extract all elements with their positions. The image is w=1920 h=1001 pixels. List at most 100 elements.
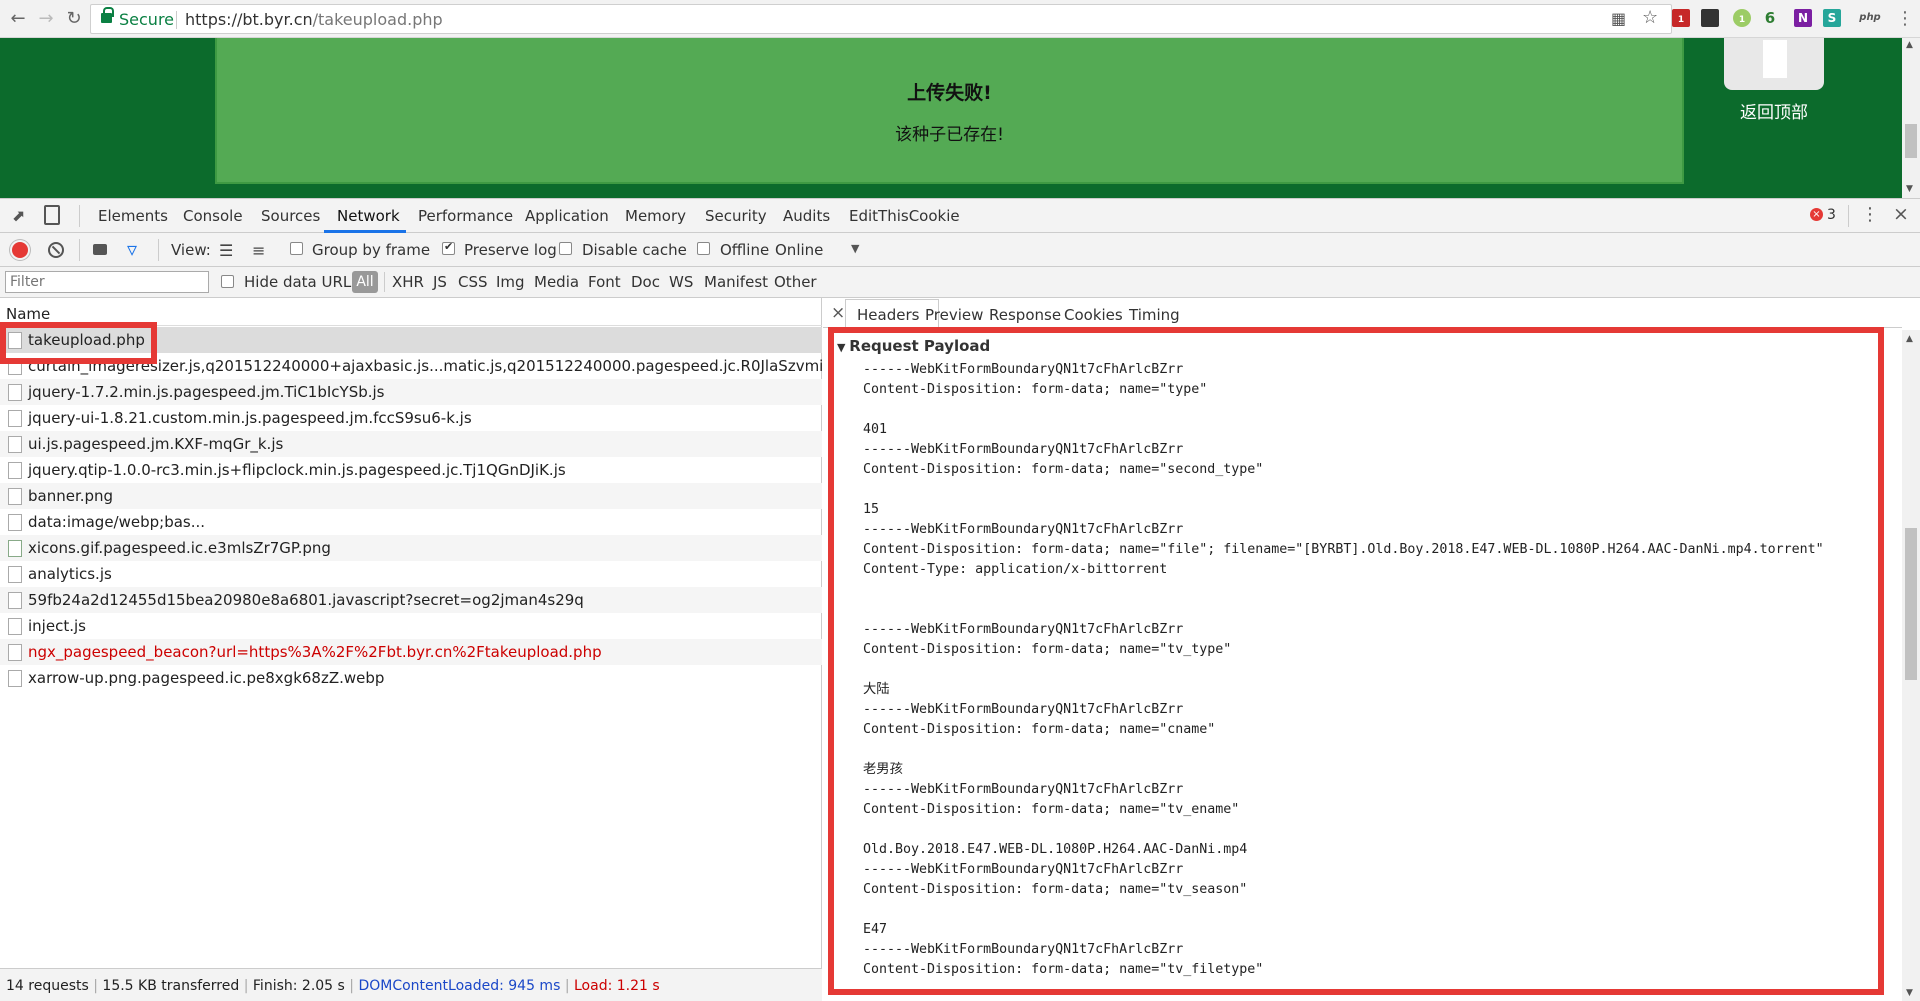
request-row[interactable]: xicons.gif.pagespeed.ic.e3mlsZr7GP.png (0, 535, 822, 561)
detail-tab-cookies[interactable]: Cookies (1064, 306, 1123, 324)
star-icon[interactable]: ☆ (1642, 7, 1658, 28)
url-text[interactable]: https://bt.byr.cn/takeupload.php (185, 10, 443, 29)
highlight-box (0, 322, 157, 364)
request-row[interactable]: ngx_pagespeed_beacon?url=https%3A%2F%2Fb… (0, 639, 822, 665)
forward-icon[interactable]: → (34, 7, 58, 31)
back-to-top-icon[interactable] (1724, 38, 1824, 90)
network-status-bar: 14 requests | 15.5 KB transferred | Fini… (0, 968, 822, 1001)
scroll-down-icon[interactable]: ▼ (1906, 988, 1913, 998)
secure-label: Secure (119, 10, 175, 29)
filter-type-xhr[interactable]: XHR (392, 273, 424, 291)
filter-type-manifest[interactable]: Manifest (704, 273, 768, 291)
request-row[interactable]: xarrow-up.png.pagespeed.ic.pe8xgk68zZ.we… (0, 665, 822, 691)
disable-cache-checkbox[interactable] (559, 242, 572, 255)
alert-title: 上传失败! (907, 82, 992, 104)
php-extension-icon[interactable]: php (1858, 9, 1882, 27)
file-icon (8, 410, 22, 427)
filter-type-all[interactable]: All (352, 271, 378, 293)
detail-scrollbar[interactable]: ▲ ▼ (1902, 330, 1920, 1001)
reload-icon[interactable]: ↻ (62, 7, 86, 31)
request-row[interactable]: banner.png (0, 483, 822, 509)
tab-application[interactable]: Application (525, 207, 609, 225)
file-icon (8, 566, 22, 583)
filter-type-doc[interactable]: Doc (631, 273, 660, 291)
tab-performance[interactable]: Performance (418, 207, 513, 225)
tab-editthiscookie[interactable]: EditThisCookie (849, 207, 960, 225)
file-icon (8, 592, 22, 609)
detail-tab-headers[interactable]: Headers (857, 306, 919, 324)
devtools-menu-icon[interactable]: ⋮ (1861, 204, 1879, 225)
tab-console[interactable]: Console (183, 207, 243, 225)
scroll-up-icon[interactable]: ▲ (1906, 334, 1913, 344)
alert-message: 该种子已存在! (895, 125, 1004, 145)
filter-type-css[interactable]: CSS (458, 273, 488, 291)
tab-elements[interactable]: Elements (98, 207, 168, 225)
overview-icon[interactable]: ≡ (252, 241, 265, 260)
page-scrollbar[interactable]: ▲ ▼ (1902, 38, 1920, 198)
detail-tab-preview[interactable]: Preview (925, 306, 983, 324)
file-icon (8, 488, 22, 505)
extension-circle-icon[interactable]: 1 (1733, 9, 1751, 27)
filter-type-media[interactable]: Media (534, 273, 579, 291)
request-row[interactable]: inject.js (0, 613, 822, 639)
filter-type-img[interactable]: Img (496, 273, 525, 291)
tab-audits[interactable]: Audits (783, 207, 830, 225)
onenote-icon[interactable]: N (1794, 9, 1812, 27)
request-row[interactable]: jquery.qtip-1.0.0-rc3.min.js+flipclock.m… (0, 457, 822, 483)
throttling-dropdown-icon[interactable]: ▼ (851, 242, 859, 255)
translate-icon[interactable]: ▦ (1611, 9, 1626, 28)
filter-input[interactable] (5, 271, 209, 293)
tab-security[interactable]: Security (705, 207, 767, 225)
back-icon[interactable]: ← (6, 7, 30, 31)
request-row[interactable]: jquery-ui-1.8.21.custom.min.js.pagespeed… (0, 405, 822, 431)
highlight-box (828, 327, 1884, 995)
extension-s-icon[interactable]: S (1823, 9, 1841, 27)
screenshot-camera-icon[interactable] (93, 244, 107, 255)
request-row[interactable]: data:image/webp;bas... (0, 509, 822, 535)
filter-bar: Hide data URLs All XHR JS CSS Img Media … (0, 267, 1920, 298)
address-bar[interactable]: Secure https://bt.byr.cn/takeupload.php … (90, 4, 1672, 34)
record-icon[interactable] (12, 242, 28, 258)
preserve-log-checkbox[interactable] (442, 240, 455, 255)
hide-data-urls-label[interactable]: Hide data URLs (244, 273, 359, 291)
back-to-top-link[interactable]: 返回顶部 (1740, 98, 1808, 123)
scroll-up-icon[interactable]: ▲ (1906, 40, 1913, 50)
detail-tab-response[interactable]: Response (989, 306, 1061, 324)
group-by-frame-checkbox[interactable] (290, 242, 303, 255)
request-row[interactable]: 59fb24a2d12455d15bea20980e8a6801.javascr… (0, 587, 822, 613)
filter-type-other[interactable]: Other (774, 273, 817, 291)
filter-funnel-icon[interactable]: ▿ (127, 237, 137, 261)
close-detail-icon[interactable]: × (831, 303, 845, 323)
tab-memory[interactable]: Memory (625, 207, 686, 225)
request-row[interactable]: ui.js.pagespeed.jm.KXF-mqGr_k.js (0, 431, 822, 457)
offline-label[interactable]: Offline (720, 241, 769, 259)
filter-type-ws[interactable]: WS (669, 273, 693, 291)
detail-tab-timing[interactable]: Timing (1129, 306, 1180, 324)
network-toolbar: ▿ View: ☰ ≡ Group by frame Preserve log … (0, 233, 1920, 267)
tab-network[interactable]: Network (337, 207, 400, 225)
offline-checkbox[interactable] (697, 242, 710, 255)
large-rows-icon[interactable]: ☰ (219, 241, 233, 260)
throttling-select[interactable]: Online (775, 241, 823, 259)
browser-toolbar: ← → ↻ Secure https://bt.byr.cn/takeuploa… (0, 0, 1920, 38)
device-toolbar-icon[interactable] (44, 205, 60, 225)
tab-sources[interactable]: Sources (261, 207, 320, 225)
extension-app-icon[interactable] (1701, 9, 1719, 27)
group-by-frame-label[interactable]: Group by frame (312, 241, 430, 259)
hide-data-urls-checkbox[interactable] (221, 275, 234, 288)
inspect-element-icon[interactable]: ⬈ (12, 206, 25, 225)
scroll-down-icon[interactable]: ▼ (1906, 184, 1913, 194)
error-count[interactable]: 3 (1827, 207, 1836, 223)
preserve-log-label[interactable]: Preserve log (464, 241, 557, 259)
file-icon (8, 384, 22, 401)
disable-cache-label[interactable]: Disable cache (582, 241, 687, 259)
extension-calendar-icon[interactable]: 1 (1672, 9, 1690, 27)
request-row[interactable]: jquery-1.7.2.min.js.pagespeed.jm.TiC1bIc… (0, 379, 822, 405)
chrome-menu-icon[interactable]: ⋮ (1893, 7, 1917, 31)
extension-six-icon[interactable]: 6 (1761, 9, 1779, 27)
filter-type-font[interactable]: Font (588, 273, 621, 291)
filter-type-js[interactable]: JS (433, 273, 447, 291)
close-devtools-icon[interactable]: × (1893, 203, 1909, 225)
request-row[interactable]: analytics.js (0, 561, 822, 587)
error-icon[interactable]: × (1810, 208, 1823, 221)
